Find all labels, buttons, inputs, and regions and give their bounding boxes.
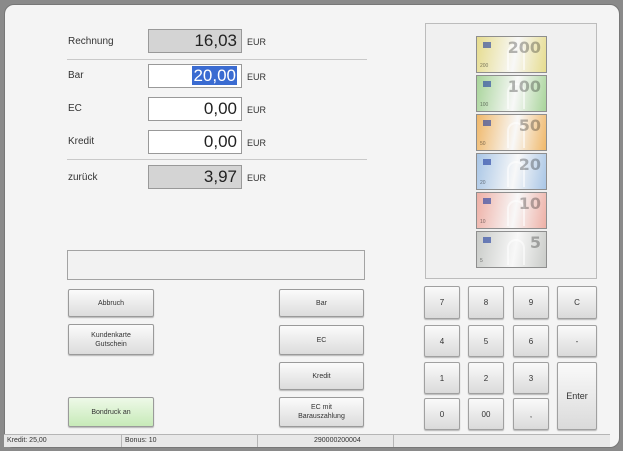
bondruck-button[interactable]: Bondruck an: [68, 397, 154, 427]
bar-unit: EUR: [247, 72, 267, 82]
pay-bar-button[interactable]: Bar: [279, 289, 364, 317]
divider: [67, 59, 367, 60]
eu-flag-icon: [483, 198, 491, 204]
key-2[interactable]: 2: [468, 362, 504, 394]
kundenkarte-gutschein-button[interactable]: Kundenkarte Gutschein: [68, 324, 154, 355]
ec-unit: EUR: [247, 105, 267, 115]
key-6[interactable]: 6: [513, 325, 549, 357]
banknote-100-button[interactable]: 100 100: [476, 75, 547, 112]
eu-flag-icon: [483, 42, 491, 48]
banknote-5-button[interactable]: 55: [476, 231, 547, 268]
status-bonus: Bonus: 10: [122, 435, 258, 447]
banknote-panel: 200 200 100 100 50 50 20 20 10 10 55: [425, 23, 597, 279]
rechnung-unit: EUR: [247, 37, 267, 47]
banknote-50-value: 50: [518, 116, 541, 135]
banknote-5-mini: 5: [480, 258, 483, 264]
zurueck-label: zurück: [68, 172, 98, 183]
banknote-200-button[interactable]: 200 200: [476, 36, 547, 73]
key-7[interactable]: 7: [424, 286, 460, 319]
banknote-10-button[interactable]: 10 10: [476, 192, 547, 229]
key-5[interactable]: 5: [468, 325, 504, 357]
pay-kredit-button[interactable]: Kredit: [279, 362, 364, 390]
eu-flag-icon: [483, 159, 491, 165]
barauszahlung-label: Barauszahlung: [298, 413, 345, 420]
rechnung-field: 16,03: [148, 29, 242, 53]
key-clear[interactable]: C: [557, 286, 597, 319]
key-1[interactable]: 1: [424, 362, 460, 394]
kredit-unit: EUR: [247, 138, 267, 148]
kundenkarte-label: Kundenkarte: [91, 331, 131, 339]
ec-mit-label: EC mit: [311, 404, 332, 411]
banknote-100-mini: 100: [480, 102, 489, 108]
bar-label: Bar: [68, 70, 84, 81]
arch-icon: [507, 239, 525, 265]
banknote-100-value: 100: [507, 77, 541, 96]
ec-mit-barauszahlung-button[interactable]: EC mit Barauszahlung: [279, 397, 364, 427]
rechnung-label: Rechnung: [68, 36, 114, 47]
key-0[interactable]: 0: [424, 398, 460, 430]
status-bar: Kredit: 25,00 Bonus: 10 290000200004: [4, 434, 610, 447]
key-8[interactable]: 8: [468, 286, 504, 319]
banknote-50-mini: 50: [480, 141, 486, 147]
gutschein-label: Gutschein: [95, 340, 127, 348]
status-number: 290000200004: [258, 435, 394, 447]
key-enter[interactable]: Enter: [557, 362, 597, 430]
banknote-10-value: 10: [518, 194, 541, 213]
abbruch-button[interactable]: Abbruch: [68, 289, 154, 317]
zurueck-field: 3,97: [148, 165, 242, 189]
key-comma[interactable]: ,: [513, 398, 549, 430]
banknote-10-mini: 10: [480, 219, 486, 225]
bar-amount-input[interactable]: 20,00: [148, 64, 242, 88]
banknote-200-value: 200: [507, 38, 541, 57]
pay-ec-button[interactable]: EC: [279, 325, 364, 355]
ec-label: EC: [68, 103, 82, 114]
key-minus[interactable]: -: [557, 325, 597, 357]
banknote-200-mini: 200: [480, 63, 489, 69]
key-4[interactable]: 4: [424, 325, 460, 357]
banknote-20-button[interactable]: 20 20: [476, 153, 547, 190]
eu-flag-icon: [483, 120, 491, 126]
status-kredit: Kredit: 25,00: [4, 435, 122, 447]
divider: [67, 159, 367, 160]
banknote-50-button[interactable]: 50 50: [476, 114, 547, 151]
banknote-20-value: 20: [518, 155, 541, 174]
status-empty: [394, 435, 610, 447]
eu-flag-icon: [483, 81, 491, 87]
zurueck-unit: EUR: [247, 173, 267, 183]
key-9[interactable]: 9: [513, 286, 549, 319]
banknote-5-value: 5: [529, 233, 541, 252]
ec-amount-input[interactable]: 0,00: [148, 97, 242, 121]
kredit-label: Kredit: [68, 136, 95, 147]
message-box: [67, 250, 365, 280]
eu-flag-icon: [483, 237, 491, 243]
bar-amount-value: 20,00: [192, 66, 237, 85]
key-3[interactable]: 3: [513, 362, 549, 394]
banknote-20-mini: 20: [480, 180, 486, 186]
kredit-amount-input[interactable]: 0,00: [148, 130, 242, 154]
key-00[interactable]: 00: [468, 398, 504, 430]
